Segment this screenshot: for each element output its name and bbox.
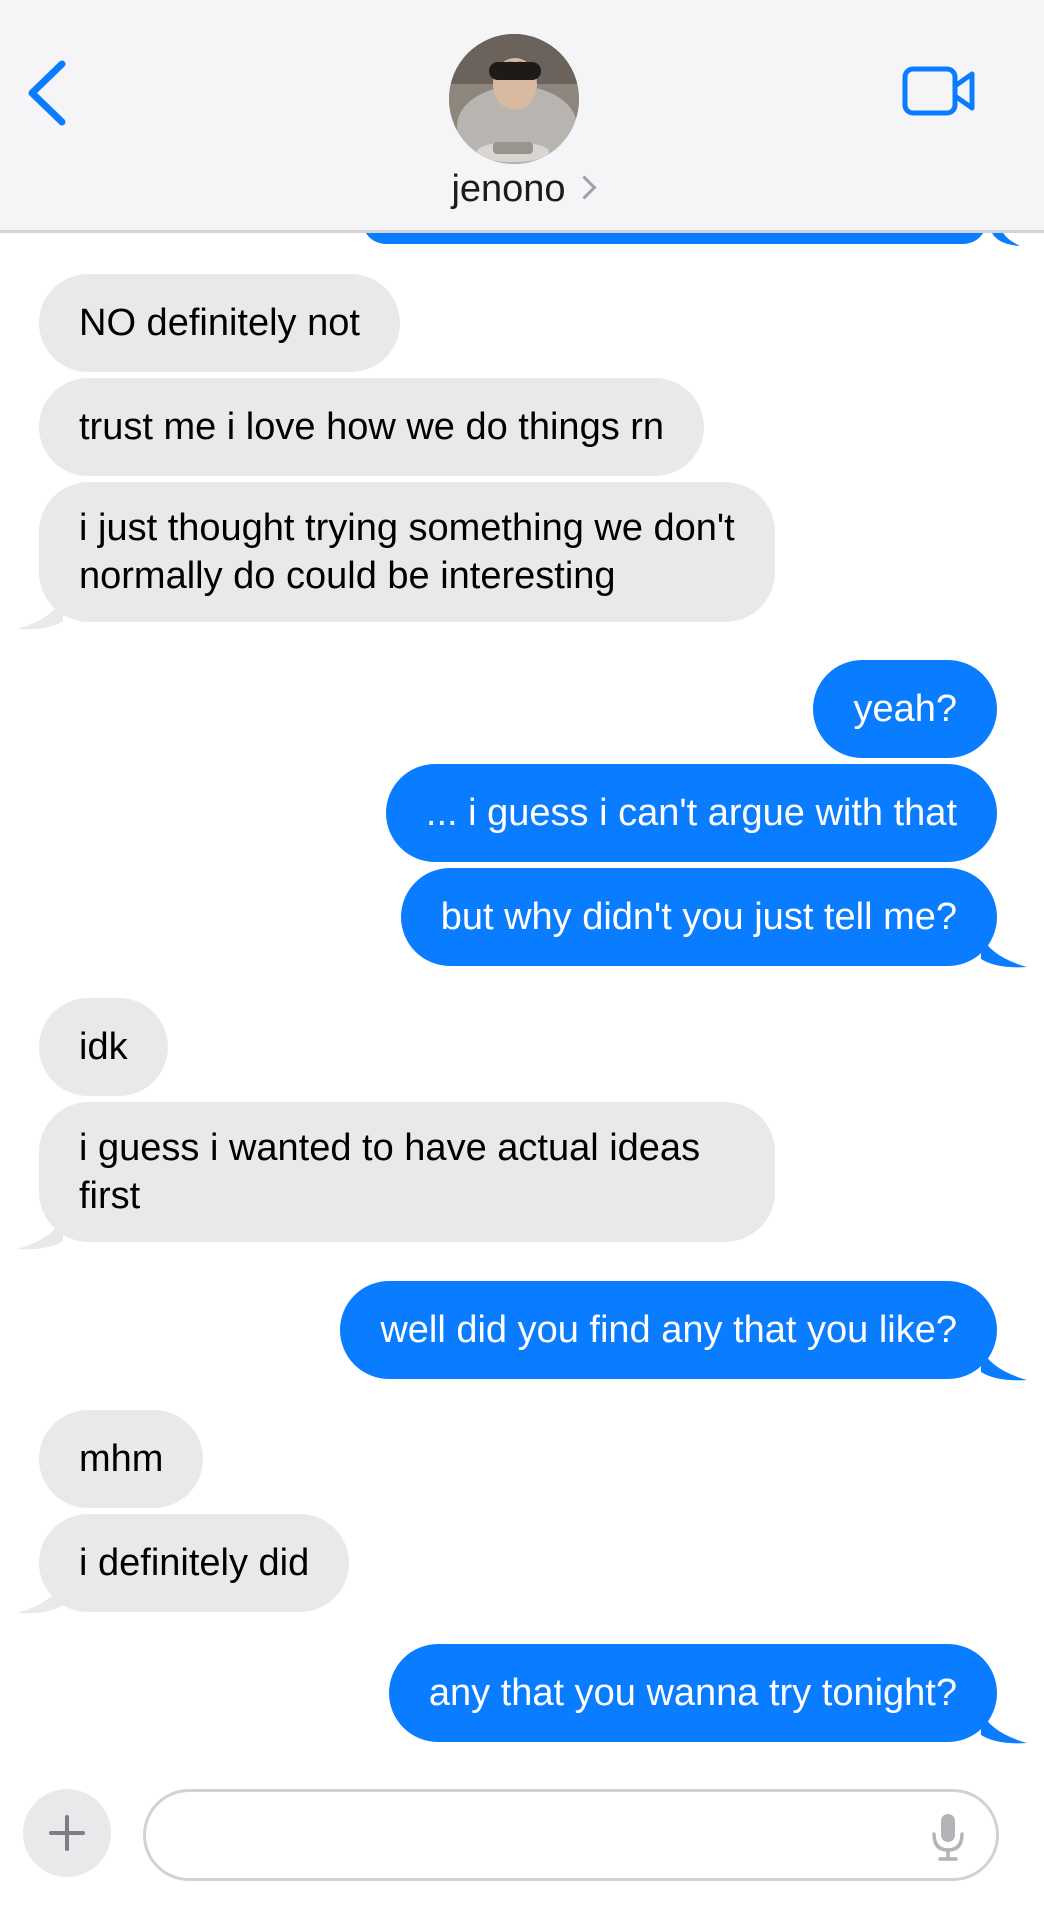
chevron-right-icon [572,175,597,200]
message-text: mhm [79,1438,164,1480]
bubble-tail [17,1581,63,1614]
message-bubble-incoming[interactable]: idk [39,998,168,1096]
message-bubble-incoming[interactable]: trust me i love how we do things rn [39,378,705,476]
message-text: well did you find any that you like? [380,1309,957,1351]
contact-avatar[interactable] [449,34,579,164]
message-bubble-incoming[interactable]: i just thought trying something we don't… [39,482,775,622]
message-text: any that you wanna try tonight? [428,1672,957,1714]
message-bubble-outgoing[interactable]: yeah? [813,660,997,758]
message-text: yeah? [853,688,957,730]
message-text: i guess i wanted to have actual ideas fi… [79,1127,701,1217]
message-bubble-incoming[interactable]: NO definitely not [39,274,400,372]
microphone-icon [932,1814,964,1861]
message-text: trust me i love how we do things rn [79,406,665,448]
message-bubble-incoming[interactable]: mhm [39,1410,204,1508]
chevron-left-icon [28,60,66,126]
message-bubble-outgoing[interactable]: well did you find any that you like? [340,1281,997,1379]
bubble-tail [17,1217,63,1250]
dictation-button[interactable] [930,1812,966,1862]
message-bubble-incoming[interactable]: i definitely did [39,1514,350,1612]
message-text: but why didn't you just tell me? [440,896,957,938]
video-camera-icon [902,66,975,116]
bubble-tail [981,935,1027,968]
home-indicator-area [0,1902,1044,1920]
add-attachment-button[interactable] [23,1789,111,1877]
message-bubble-outgoing[interactable]: any that you wanna try tonight? [388,1644,997,1742]
bubble-tail [981,1711,1027,1744]
conversation-header: jenono [0,0,1044,233]
video-call-button[interactable] [902,64,976,120]
message-text: i definitely did [79,1542,310,1584]
messages-screen: jenono NO definitely not trust me i love… [0,0,1044,1920]
contact-name-button[interactable]: jenono [0,168,1044,211]
message-text: NO definitely not [79,302,360,344]
contact-name: jenono [451,168,566,210]
avatar-photo [449,34,579,164]
message-text: i just thought trying something we don't… [79,507,735,597]
message-bubble-outgoing[interactable]: but why didn't you just tell me? [400,868,997,966]
message-input[interactable] [143,1789,999,1881]
back-button[interactable] [24,58,74,128]
message-bubble-incoming[interactable]: i guess i wanted to have actual ideas fi… [39,1102,775,1242]
message-bubble-outgoing[interactable]: ... i guess i can't argue with that [385,764,997,862]
bubble-tail [17,597,63,630]
bubble-tail [981,1348,1027,1381]
message-text: idk [79,1026,128,1068]
message-text: ... i guess i can't argue with that [425,792,957,834]
